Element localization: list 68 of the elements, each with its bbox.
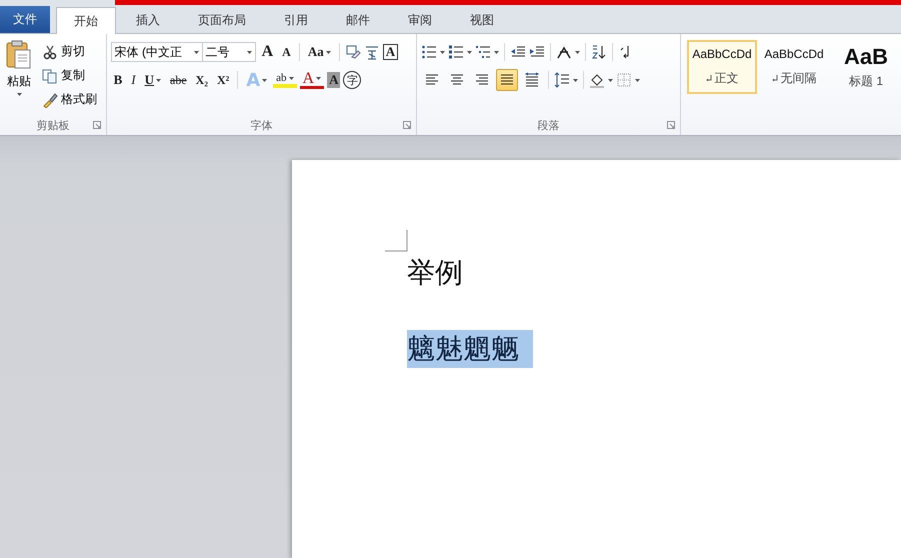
borders-icon[interactable]: [616, 72, 632, 88]
ribbon-tab[interactable]: 开始: [56, 7, 116, 34]
justify-align-button[interactable]: [496, 69, 518, 91]
cut-button[interactable]: 剪切: [40, 41, 99, 62]
ribbon-tab[interactable]: 引用: [266, 7, 326, 33]
document-text: 魑魅魍魉: [407, 330, 533, 368]
ribbon-tab[interactable]: 插入: [118, 7, 178, 33]
caret-icon: [246, 50, 252, 54]
paste-button[interactable]: 粘贴: [4, 38, 34, 115]
group-label: 字体: [250, 118, 272, 132]
change-case-button[interactable]: Aa: [304, 41, 334, 63]
caret-icon: [194, 50, 199, 54]
bold-button[interactable]: B: [110, 69, 126, 91]
caret-icon: [16, 93, 22, 96]
caret-icon: [156, 78, 162, 82]
ribbon-tab[interactable]: 视图: [452, 7, 512, 33]
sort-icon[interactable]: [591, 44, 608, 60]
shrink-font-button[interactable]: A: [279, 41, 294, 63]
numbering-icon[interactable]: [448, 44, 464, 60]
style-tile[interactable]: AaBbCcDd 正文: [687, 40, 757, 94]
superscript-button[interactable]: X²: [214, 69, 232, 91]
painter-button[interactable]: 格式刷: [40, 89, 99, 110]
paintbrush-icon[interactable]: [42, 92, 58, 108]
font-color-button[interactable]: A: [300, 71, 324, 89]
highlight-button[interactable]: ab: [273, 72, 297, 88]
dialog-launcher-icon[interactable]: [667, 121, 675, 129]
caret-icon: [573, 78, 578, 82]
clipboard-icon: [6, 40, 32, 70]
font-size-dropdown[interactable]: 二号: [202, 42, 256, 62]
ribbon-tab[interactable]: 文件: [0, 6, 50, 33]
ribbon-tab[interactable]: 页面布局: [180, 7, 264, 33]
clear-formatting-icon[interactable]: [344, 44, 361, 60]
grow-font-button[interactable]: A: [258, 41, 276, 63]
italic-button[interactable]: I: [128, 69, 139, 91]
caret-icon: [608, 78, 614, 82]
character-border-button[interactable]: A: [382, 44, 398, 60]
enclose-character-button[interactable]: 字: [343, 71, 362, 89]
document-text: 举例: [407, 256, 463, 290]
ribbon-tab[interactable]: 邮件: [328, 7, 388, 33]
caret-icon: [288, 76, 294, 80]
underline-button[interactable]: U: [142, 69, 164, 91]
style-tile[interactable]: AaBbCcDd 无间隔: [759, 40, 829, 94]
caret-icon: [575, 50, 580, 54]
line-spacing-icon[interactable]: [554, 72, 570, 88]
strikethrough-button[interactable]: abe: [167, 69, 190, 91]
caret-icon: [635, 78, 640, 82]
scissors-icon[interactable]: [42, 44, 58, 60]
dialog-launcher-icon[interactable]: [403, 121, 412, 129]
caret-icon: [440, 50, 446, 54]
character-shading-button[interactable]: A: [327, 72, 340, 88]
font-name-dropdown[interactable]: 宋体 (中文正: [110, 42, 203, 62]
style-tile[interactable]: AaB 标题 1: [831, 40, 901, 94]
group-label: 段落: [538, 118, 560, 132]
caret-icon: [316, 77, 322, 80]
dialog-launcher-icon[interactable]: [92, 121, 101, 129]
subscript-button[interactable]: X₂: [192, 69, 211, 91]
copy-button[interactable]: 复制: [40, 65, 99, 86]
caret-icon: [262, 78, 268, 82]
distributed-align-icon: [524, 72, 540, 88]
caret-icon: [494, 50, 500, 54]
margin-corner-mark: [385, 230, 408, 252]
ribbon-tab[interactable]: 审阅: [390, 7, 450, 33]
copy-icon[interactable]: [42, 68, 58, 84]
caret-icon: [326, 50, 331, 54]
bullets-icon[interactable]: [421, 44, 438, 60]
multilevel-list-icon[interactable]: [475, 44, 492, 60]
group-label: 剪贴板: [36, 118, 70, 132]
caret-icon: [467, 50, 472, 54]
